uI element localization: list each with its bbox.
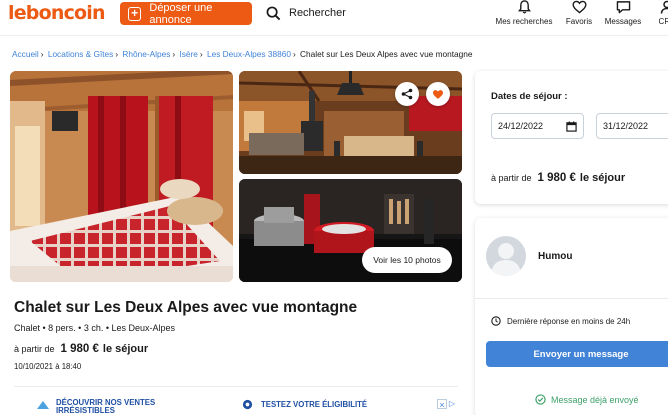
end-date-input[interactable]: 31/12/2022	[596, 113, 668, 139]
ad-close-icon[interactable]: ×	[437, 399, 447, 410]
nav-messages[interactable]: Messages	[604, 0, 642, 26]
start-date-input[interactable]: 24/12/2022	[491, 113, 584, 139]
share-icon	[401, 88, 413, 100]
last-reply-text: Dernière réponse en moins de 24h	[507, 316, 631, 326]
leboncoin-logo[interactable]: leboncoin	[8, 2, 106, 24]
breadcrumb-link[interactable]: Les Deux-Alpes 38860	[207, 49, 291, 59]
bell-icon	[517, 0, 531, 14]
price-amount: 1 980 €	[60, 343, 99, 355]
start-date-value: 24/12/2022	[498, 121, 544, 131]
ad-banner-right[interactable]: TESTEZ VOTRE ÉLIGIBILITÉ	[242, 399, 367, 410]
photo-living-room[interactable]	[239, 71, 462, 174]
booking-card: Dates de séjour : 24/12/2022 31/12/2022 …	[475, 71, 668, 204]
search-button[interactable]: Rechercher	[266, 4, 346, 22]
nav-label: Favoris	[565, 17, 593, 26]
price-amount: 1 980 €	[537, 172, 576, 184]
listing-price: à partir de 1 980 € le séjour	[14, 343, 148, 355]
clock-icon	[491, 316, 501, 326]
ad-text: DÉCOUVRIR NOS VENTES IRRÉSISTIBLES	[56, 398, 156, 415]
price-suffix: le séjour	[102, 343, 149, 355]
top-header: leboncoin + Déposer une annonce Recherch…	[0, 0, 668, 36]
user-icon	[660, 0, 668, 14]
nav-label: Mes recherches	[495, 17, 553, 26]
nav-saved-searches[interactable]: Mes recherches	[495, 0, 553, 26]
breadcrumb-link[interactable]: Rhône-Alpes	[122, 49, 170, 59]
ad-text: TESTEZ VOTRE ÉLIGIBILITÉ	[261, 399, 368, 409]
nav-label: Messages	[604, 17, 642, 26]
breadcrumb-current: Chalet sur Les Deux Alpes avec vue monta…	[300, 49, 473, 59]
message-sent-status: Message déjà envoyé	[535, 394, 639, 405]
see-all-photos-button[interactable]: Voir les 10 photos	[362, 247, 452, 273]
heart-icon	[571, 0, 587, 14]
post-ad-label: Déposer une annonce	[149, 1, 213, 26]
heart-icon	[433, 89, 443, 99]
favorite-button[interactable]	[426, 82, 450, 106]
nav-label: CRA	[658, 17, 668, 26]
breadcrumb-link[interactable]: Accueil	[12, 49, 39, 59]
ad-info-icon[interactable]: ▷	[447, 399, 457, 409]
price-suffix: le séjour	[579, 172, 626, 184]
breadcrumb: Accueil › Locations & Gîtes › Rhône-Alpes ›…	[12, 49, 473, 59]
breadcrumb-link[interactable]: Isère	[179, 49, 197, 59]
dates-label: Dates de séjour :	[491, 91, 568, 102]
booking-price: à partir de 1 980 € le séjour	[491, 172, 625, 184]
ad-banner-left[interactable]: DÉCOUVRIR NOS VENTES IRRÉSISTIBLES	[36, 399, 176, 415]
divider	[475, 298, 668, 299]
calendar-icon	[566, 120, 577, 132]
ad-logo-icon	[242, 399, 253, 410]
divider	[14, 386, 458, 387]
main-photo-bedroom[interactable]	[10, 71, 233, 282]
last-reply-info: Dernière réponse en moins de 24h	[491, 316, 630, 326]
avatar[interactable]	[486, 236, 526, 276]
search-icon	[266, 6, 281, 20]
send-message-button[interactable]: Envoyer un message	[486, 341, 668, 367]
user-icon	[491, 243, 521, 276]
message-icon	[616, 1, 630, 14]
check-circle-icon	[535, 394, 546, 405]
listing-title: Chalet sur Les Deux Alpes avec vue monta…	[14, 299, 358, 316]
post-ad-button[interactable]: + Déposer une annonce	[120, 1, 252, 26]
nav-favorites[interactable]: Favoris	[562, 0, 596, 26]
breadcrumb-link[interactable]: Locations & Gîtes	[48, 49, 114, 59]
listing-meta: Chalet • 8 pers. • 3 ch. • Les Deux-Alpe…	[14, 323, 176, 333]
price-prefix: à partir de	[14, 344, 55, 354]
share-button[interactable]	[395, 82, 419, 106]
ad-logo-icon	[37, 401, 49, 409]
price-prefix: à partir de	[491, 173, 532, 183]
seller-name[interactable]: Humou	[538, 251, 572, 262]
seller-card: Humou Dernière réponse en moins de 24h E…	[475, 218, 668, 415]
sent-text: Message déjà envoyé	[551, 394, 639, 405]
search-label: Rechercher	[289, 7, 346, 19]
end-date-value: 31/12/2022	[603, 121, 649, 131]
plus-icon: +	[128, 6, 142, 21]
nav-account[interactable]: CRA	[652, 0, 668, 26]
listing-date: 10/10/2021 à 18:40	[14, 362, 82, 371]
